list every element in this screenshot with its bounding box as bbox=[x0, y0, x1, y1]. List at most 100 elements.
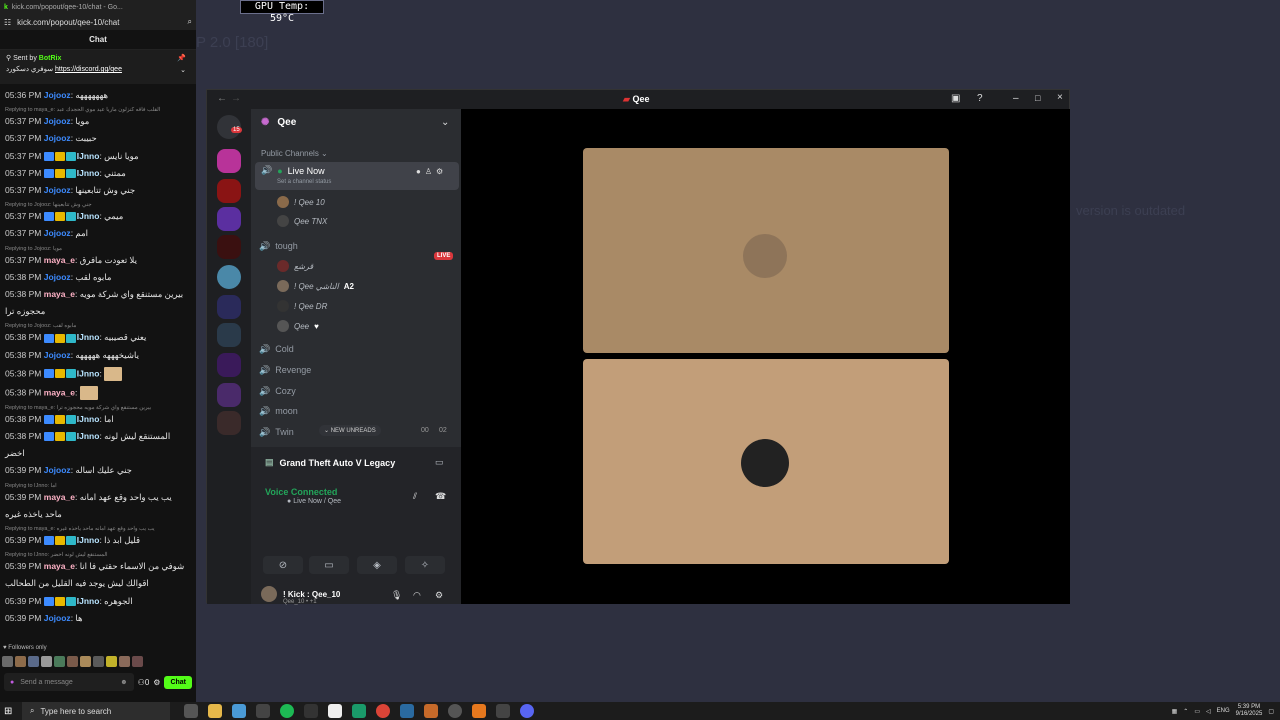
username[interactable]: IJnno bbox=[77, 596, 100, 606]
back-arrow-icon[interactable]: ← bbox=[217, 93, 227, 104]
username[interactable]: maya_e bbox=[44, 387, 75, 397]
channel-moon[interactable]: 🔊 moon bbox=[259, 402, 455, 420]
server-icon[interactable] bbox=[217, 383, 241, 407]
file-explorer-icon[interactable] bbox=[208, 704, 222, 718]
server-icon[interactable] bbox=[217, 179, 241, 203]
emoji-icon[interactable]: ☻ bbox=[120, 679, 127, 686]
reply-context[interactable]: Replying to IJnno: المستنقع ليش لونه اخض… bbox=[5, 552, 108, 558]
username[interactable]: Jojooz bbox=[44, 228, 71, 238]
username[interactable]: IJnno bbox=[77, 414, 100, 424]
chevron-down-icon[interactable]: ⌄ bbox=[180, 65, 186, 76]
voice-member[interactable]: Qee ♥ bbox=[277, 318, 319, 334]
reply-context[interactable]: Replying to maya_e: بيرين مستنقع واي شرك… bbox=[5, 405, 151, 411]
pinned-message[interactable]: ⚲ Sent by BotRix سوفري دسكورد https://di… bbox=[0, 50, 196, 84]
username[interactable]: Jojooz bbox=[44, 613, 71, 623]
voice-status[interactable]: Voice Connected bbox=[265, 487, 337, 497]
username[interactable]: Jojooz bbox=[44, 185, 71, 195]
clock[interactable]: 5:39 PM 9/16/2025 bbox=[1236, 704, 1263, 718]
reply-context[interactable]: Replying to Jojooz: مابوه لقب bbox=[5, 323, 76, 329]
username[interactable]: maya_e bbox=[44, 289, 75, 299]
minimize-icon[interactable]: – bbox=[1013, 93, 1019, 104]
screen-icon[interactable]: ▭ bbox=[435, 457, 444, 468]
steam-icon[interactable] bbox=[400, 704, 414, 718]
maximize-icon[interactable]: □ bbox=[1035, 93, 1040, 103]
chat-input[interactable]: ● Send a message ☻ bbox=[4, 673, 134, 691]
app-icon[interactable] bbox=[496, 704, 510, 718]
close-icon[interactable]: × bbox=[1057, 92, 1063, 103]
edge-icon[interactable] bbox=[232, 704, 246, 718]
voice-member[interactable]: ! Qee DR bbox=[277, 298, 327, 314]
app-icon[interactable] bbox=[304, 704, 318, 718]
noise-suppression-icon[interactable]: ⫽ bbox=[413, 491, 417, 502]
search-icon[interactable]: ⌕ bbox=[188, 17, 192, 27]
url-bar[interactable]: ☷ kick.com/popout/qee-10/chat ⌕ bbox=[0, 14, 196, 30]
username[interactable]: Jojooz bbox=[44, 116, 71, 126]
disconnect-icon[interactable]: ☎ bbox=[435, 491, 446, 502]
soundboard-button[interactable]: ✧ bbox=[405, 556, 445, 574]
app-icon[interactable] bbox=[352, 704, 366, 718]
spotify-icon[interactable] bbox=[280, 704, 294, 718]
server-icon[interactable] bbox=[217, 323, 241, 347]
add-member-icon[interactable]: ♙ bbox=[425, 167, 432, 176]
channel-status[interactable]: Set a channel status bbox=[277, 179, 331, 185]
gear-icon[interactable]: ⚙ bbox=[436, 167, 443, 176]
app-icon[interactable] bbox=[472, 704, 486, 718]
username[interactable]: IJnno bbox=[77, 151, 100, 161]
username[interactable]: Jojooz bbox=[44, 90, 71, 100]
server-icon[interactable] bbox=[217, 295, 241, 319]
username[interactable]: Jojooz bbox=[44, 350, 71, 360]
language-indicator[interactable]: ENG bbox=[1217, 708, 1230, 714]
reply-context[interactable]: Replying to IJnno: اما bbox=[5, 483, 57, 489]
username[interactable]: Jojooz bbox=[44, 133, 71, 143]
discord-icon[interactable] bbox=[520, 704, 534, 718]
username[interactable]: Jojooz bbox=[44, 272, 71, 282]
voice-member[interactable]: ! Qee 10 bbox=[277, 194, 325, 210]
channel-cozy[interactable]: 🔊 Cozy bbox=[259, 382, 455, 400]
reply-context[interactable]: Replying to Jojooz: جني وش تتابعينها bbox=[5, 202, 92, 208]
reply-context[interactable]: Replying to Jojooz: مويا bbox=[5, 246, 62, 252]
channel-cold[interactable]: 🔊 Cold bbox=[259, 340, 455, 358]
notifications-icon[interactable]: ▢ bbox=[1268, 708, 1274, 715]
network-icon[interactable]: ▭ bbox=[1194, 708, 1200, 715]
headphones-icon[interactable]: ◠ bbox=[413, 590, 421, 601]
chevron-up-icon[interactable]: ⌃ bbox=[1183, 708, 1188, 715]
chrome-icon[interactable] bbox=[376, 704, 390, 718]
channel-tough[interactable]: 🔊 tough bbox=[259, 237, 455, 255]
username[interactable]: maya_e bbox=[44, 255, 75, 265]
new-unreads-pill[interactable]: ⌄ NEW UNREADS bbox=[319, 425, 381, 436]
app-icon[interactable] bbox=[256, 704, 270, 718]
mic-icon[interactable]: ● bbox=[10, 679, 14, 686]
username[interactable]: IJnno bbox=[77, 368, 100, 378]
activity-button[interactable]: ◈ bbox=[357, 556, 397, 574]
send-button[interactable]: Chat bbox=[164, 675, 192, 689]
gear-icon[interactable]: ⚙ bbox=[153, 678, 160, 687]
gear-icon[interactable]: ⚙ bbox=[435, 590, 443, 601]
voice-member[interactable]: Qee TNX bbox=[277, 213, 327, 229]
forward-arrow-icon[interactable]: → bbox=[231, 93, 241, 104]
obs-icon[interactable] bbox=[424, 704, 438, 718]
pinned-link[interactable]: https://discord.gg/qee bbox=[55, 66, 122, 73]
username[interactable]: IJnno bbox=[77, 535, 100, 545]
username[interactable]: Jojooz bbox=[44, 465, 71, 475]
server-icon[interactable] bbox=[217, 265, 241, 289]
taskbar-search[interactable]: ⌕ Type here to search bbox=[22, 702, 170, 720]
inbox-icon[interactable]: ▣ bbox=[951, 93, 960, 104]
server-header[interactable]: ✺ Qee bbox=[261, 117, 296, 128]
username[interactable]: maya_e bbox=[44, 492, 75, 502]
channel-category[interactable]: Public Channels ⌄ bbox=[261, 149, 328, 158]
reply-context[interactable]: Replying to maya_e: القلب فاقه كنزلون ما… bbox=[5, 107, 160, 113]
chat-bubble-icon[interactable]: ● bbox=[416, 167, 421, 176]
voice-location[interactable]: ● Live Now / Qee bbox=[287, 498, 341, 505]
reply-context[interactable]: Replying to maya_e: يب يب واحد وقع عهد ا… bbox=[5, 526, 155, 532]
site-settings-icon[interactable]: ☷ bbox=[4, 18, 11, 27]
server-icon[interactable] bbox=[217, 149, 241, 173]
server-icon[interactable] bbox=[217, 353, 241, 377]
channel-revenge[interactable]: 🔊 Revenge bbox=[259, 361, 455, 379]
chevron-down-icon[interactable]: ⌄ bbox=[441, 117, 449, 128]
activity-row[interactable]: ▤ Grand Theft Auto V Legacy bbox=[265, 457, 395, 468]
username[interactable]: IJnno bbox=[77, 168, 100, 178]
help-icon[interactable]: ? bbox=[977, 93, 983, 104]
emote-bar[interactable] bbox=[2, 656, 143, 667]
settings-icon[interactable] bbox=[448, 704, 462, 718]
voice-member[interactable]: قرشع bbox=[277, 258, 313, 274]
